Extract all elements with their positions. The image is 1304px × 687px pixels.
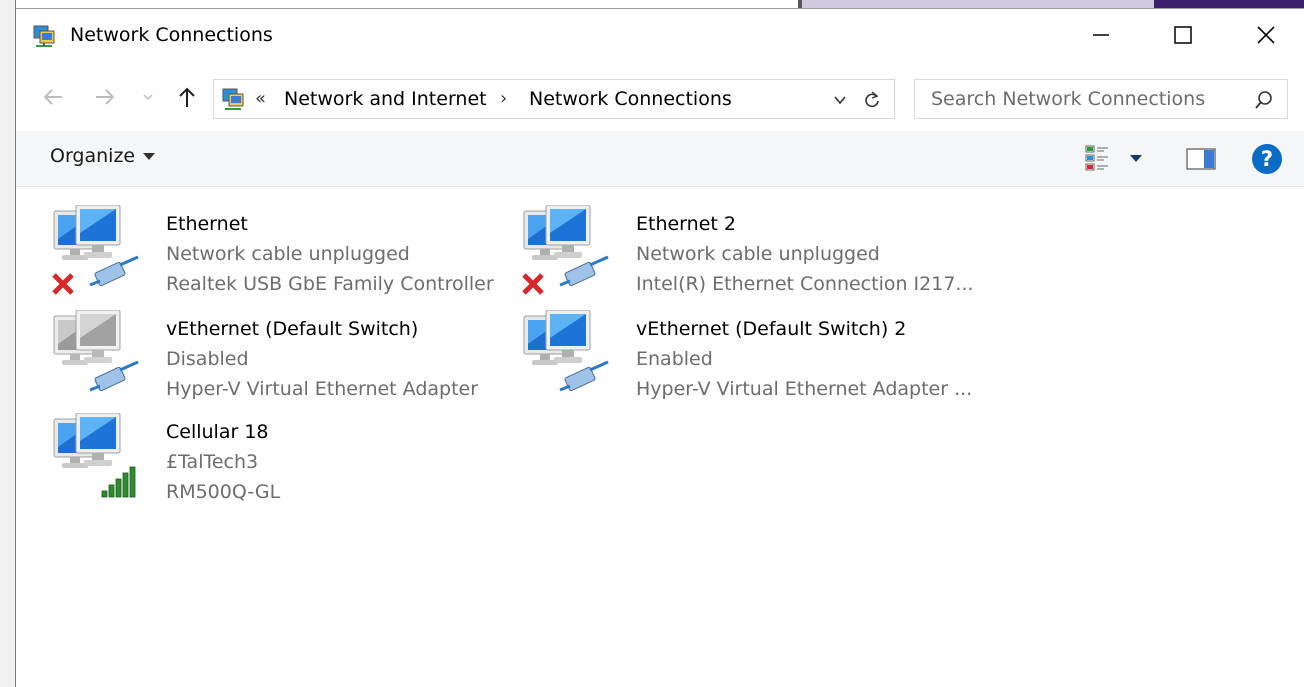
search-icon[interactable] — [1253, 89, 1275, 111]
title-bar: Network Connections — [16, 9, 1304, 65]
recent-locations-button[interactable] — [138, 81, 158, 113]
connection-device: Hyper-V Virtual Ethernet Adapter ... — [636, 378, 973, 400]
cellular-adapter-icon — [53, 413, 136, 498]
cable-badge — [559, 255, 609, 287]
address-dropdown-button[interactable] — [828, 86, 852, 114]
chevron-down-icon — [143, 94, 153, 101]
connection-item[interactable]: Cellular 18 £TalTech3 RM500Q-GL — [50, 413, 510, 513]
preview-pane-icon[interactable] — [1186, 147, 1216, 171]
arrow-left-icon — [43, 89, 62, 105]
ethernet-adapter-icon — [522, 205, 609, 295]
connection-device: RM500Q-GL — [166, 481, 281, 503]
organize-label: Organize — [50, 145, 136, 167]
error-x-badge — [52, 273, 74, 295]
address-bar[interactable]: « Network and Internet › Network Connect… — [213, 79, 895, 119]
signal-bars-icon — [101, 466, 136, 498]
help-icon[interactable]: ? — [1252, 144, 1282, 174]
cable-badge — [89, 255, 139, 287]
breadcrumb-network-and-internet[interactable]: Network and Internet — [284, 88, 487, 110]
network-connections-icon — [222, 88, 244, 110]
connection-name: Cellular 18 — [166, 421, 269, 443]
background-window-edge — [0, 0, 16, 687]
connection-item[interactable]: vEthernet (Default Switch) Disabled Hype… — [50, 310, 510, 410]
connection-name: vEthernet (Default Switch) 2 — [636, 318, 907, 340]
ethernet-adapter-icon — [52, 205, 139, 295]
virtual-ethernet-adapter-icon — [523, 310, 609, 392]
up-button[interactable] — [170, 81, 204, 113]
connection-item[interactable]: Ethernet Network cable unplugged Realtek… — [50, 205, 510, 305]
search-box[interactable]: Search Network Connections — [914, 79, 1288, 119]
cable-badge — [89, 360, 139, 392]
minimize-button[interactable] — [1061, 9, 1141, 61]
close-icon — [1257, 26, 1275, 44]
window-title: Network Connections — [70, 24, 273, 46]
refresh-icon — [865, 91, 879, 108]
refresh-button[interactable] — [858, 86, 886, 114]
connection-status: Enabled — [636, 348, 713, 370]
close-button[interactable] — [1226, 9, 1304, 61]
connection-status: Network cable unplugged — [166, 243, 410, 265]
address-row: « Network and Internet › Network Connect… — [16, 71, 1304, 127]
connection-item[interactable]: vEthernet (Default Switch) 2 Enabled Hyp… — [520, 310, 980, 410]
connection-item[interactable]: Ethernet 2 Network cable unplugged Intel… — [520, 205, 980, 305]
explorer-window: Network Connections « Network and Intern… — [16, 8, 1304, 687]
connection-name: Ethernet 2 — [636, 213, 736, 235]
breadcrumb-separator[interactable]: › — [500, 88, 507, 109]
connection-name: vEthernet (Default Switch) — [166, 318, 419, 340]
arrow-up-icon — [179, 87, 195, 107]
search-input[interactable]: Search Network Connections — [931, 88, 1205, 110]
forward-button[interactable] — [88, 81, 122, 113]
error-x-badge — [522, 273, 544, 295]
arrow-right-icon — [96, 89, 115, 105]
background-desktop-strip — [798, 0, 1304, 8]
view-options-dropdown-icon[interactable] — [1129, 151, 1143, 165]
breadcrumb-network-connections[interactable]: Network Connections — [529, 88, 732, 110]
connection-status: £TalTech3 — [166, 451, 259, 473]
connection-status: Network cable unplugged — [636, 243, 880, 265]
maximize-button[interactable] — [1143, 9, 1223, 61]
caret-down-icon — [143, 153, 156, 160]
maximize-icon — [1174, 26, 1192, 44]
virtual-ethernet-adapter-icon — [53, 310, 139, 392]
breadcrumb-overflow-chevron[interactable]: « — [255, 88, 266, 109]
connection-device: Hyper-V Virtual Ethernet Adapter — [166, 378, 479, 400]
connection-device: Realtek USB GbE Family Controller — [166, 273, 494, 295]
minimize-icon — [1093, 34, 1109, 36]
change-view-icon[interactable] — [1084, 143, 1112, 173]
command-bar: Organize ? — [16, 131, 1304, 187]
chevron-down-icon — [834, 96, 846, 105]
organize-button[interactable]: Organize — [50, 145, 156, 167]
connection-name: Ethernet — [166, 213, 248, 235]
connection-status: Disabled — [166, 348, 249, 370]
network-connections-icon — [33, 25, 55, 47]
connection-device: Intel(R) Ethernet Connection I217... — [636, 273, 974, 295]
cable-badge — [559, 360, 609, 392]
back-button[interactable] — [36, 81, 70, 113]
